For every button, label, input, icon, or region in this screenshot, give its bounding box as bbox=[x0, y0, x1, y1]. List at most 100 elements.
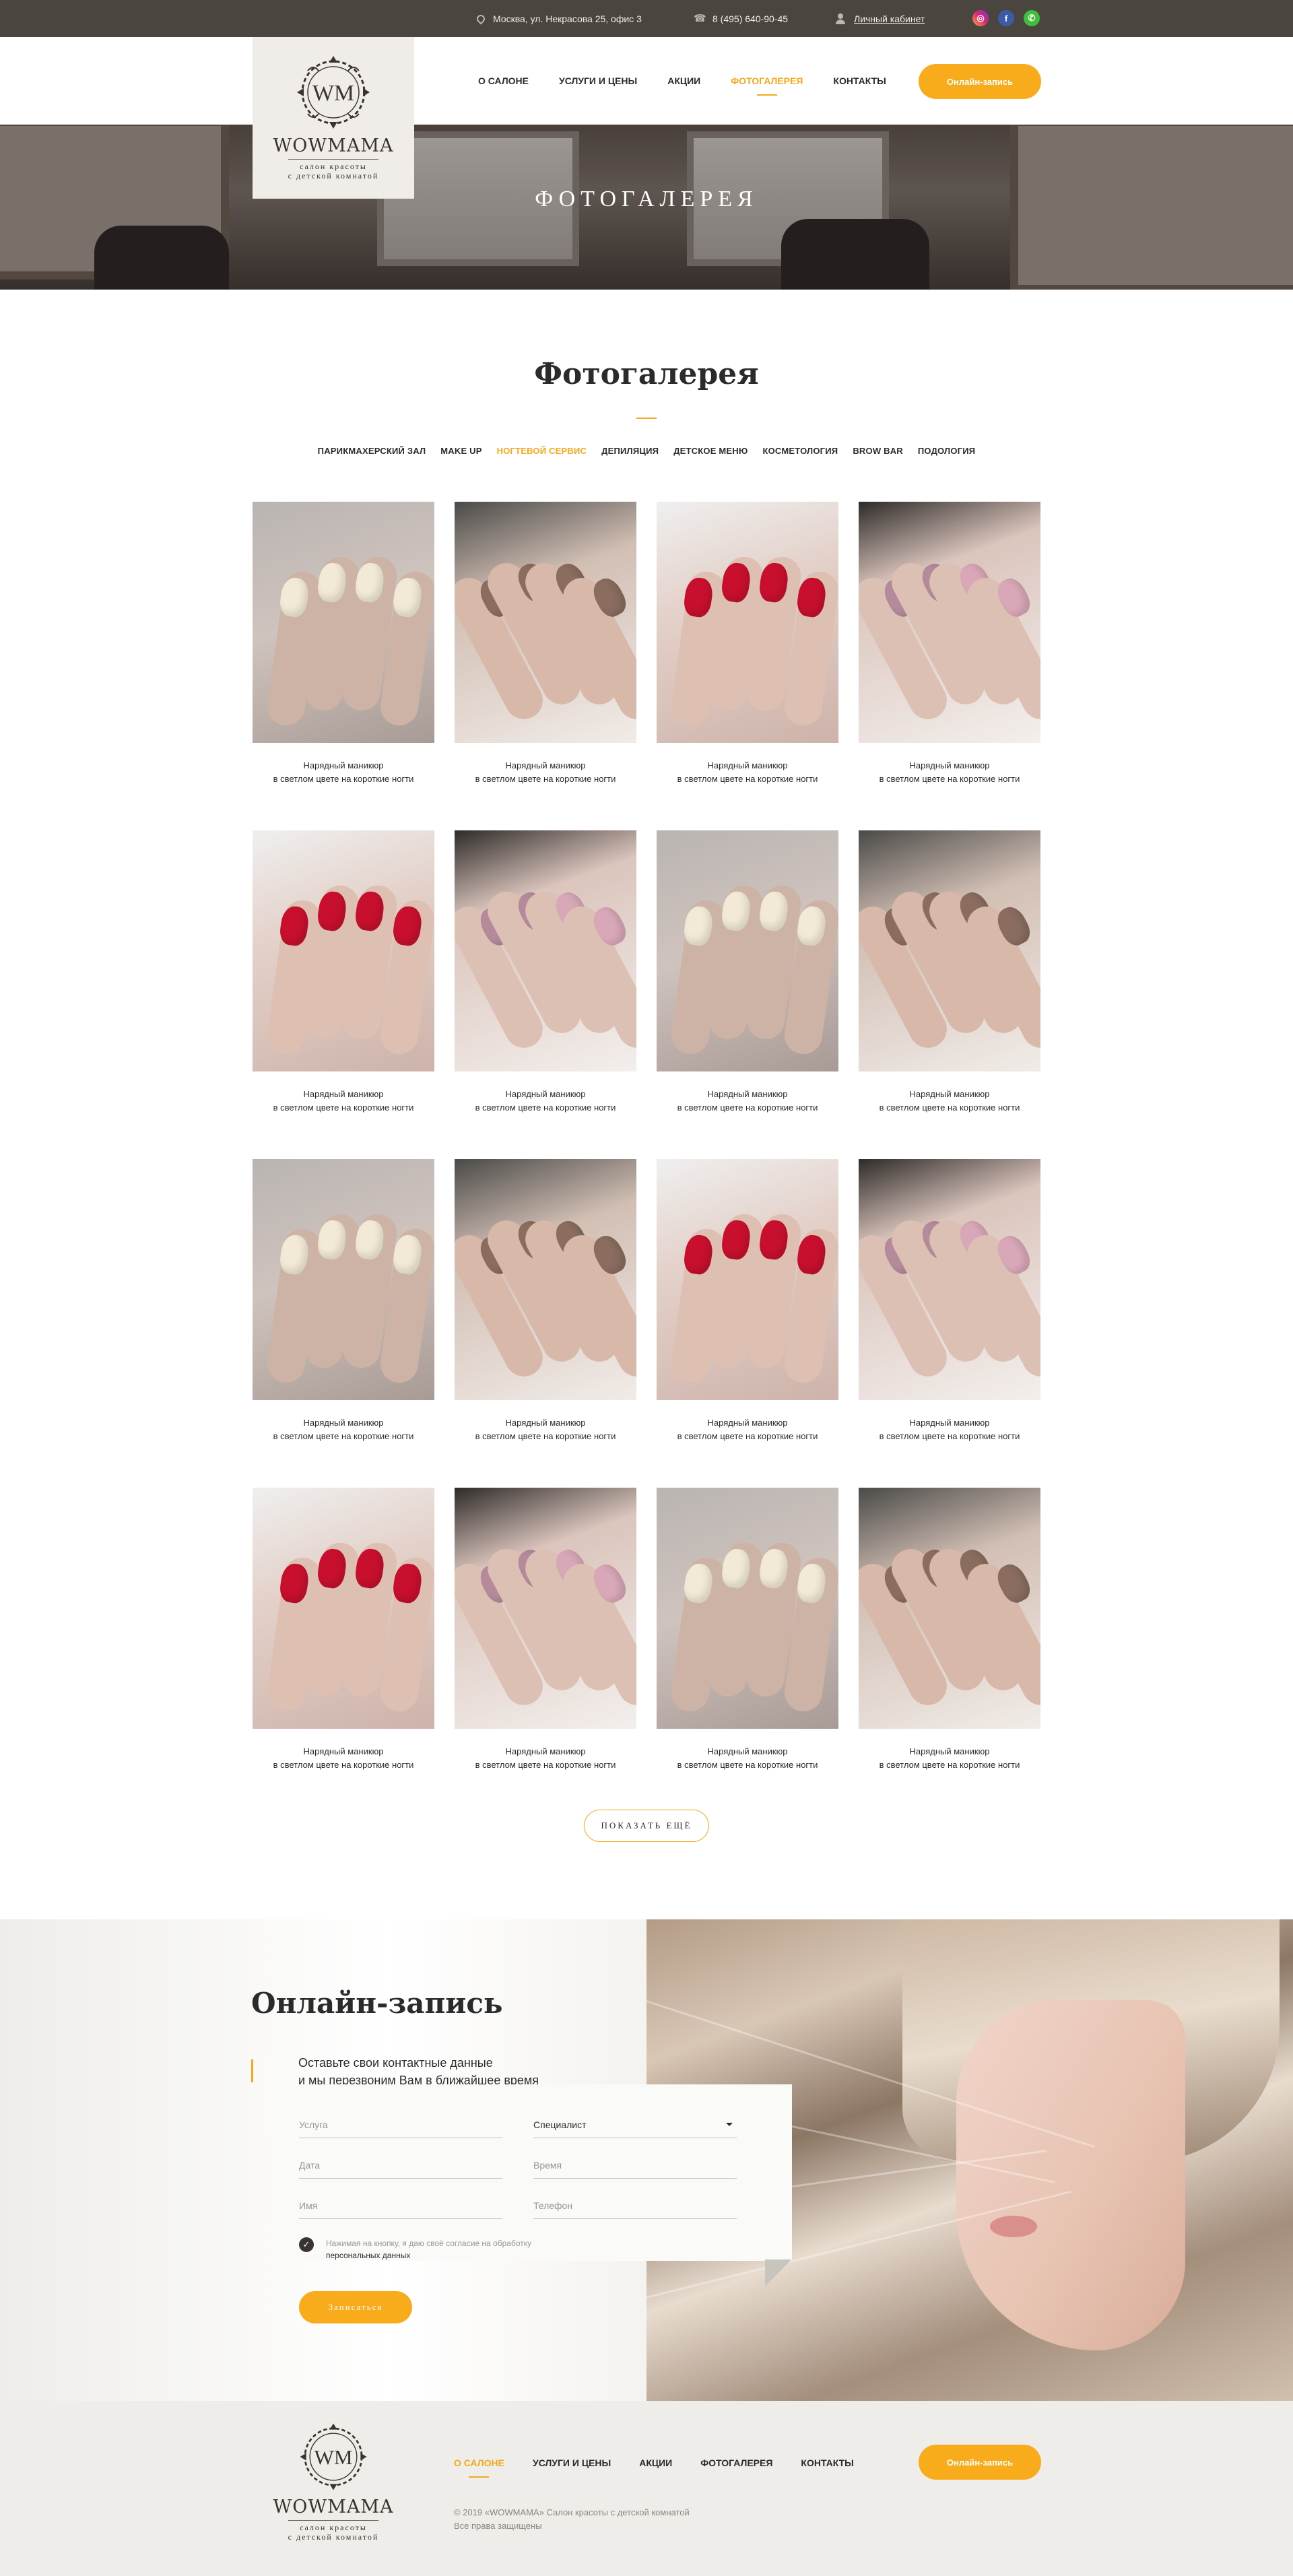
nav-gallery[interactable]: Фотогалерея bbox=[731, 75, 803, 96]
gallery-card[interactable]: Нарядный маникюр в светлом цвете на корот… bbox=[859, 502, 1040, 786]
manicure-photo[interactable] bbox=[657, 502, 838, 743]
nav-services[interactable]: Услуги и цены bbox=[559, 75, 637, 86]
gallery-card[interactable]: Нарядный маникюр в светлом цвете на корот… bbox=[253, 830, 434, 1115]
caption-line2: в светлом цвете на короткие ногти bbox=[475, 1102, 616, 1113]
manicure-photo[interactable] bbox=[657, 1159, 838, 1400]
photo-caption: Нарядный маникюр в светлом цвете на корот… bbox=[657, 1416, 838, 1443]
caption-line2: в светлом цвете на короткие ногти bbox=[273, 1431, 414, 1441]
photo-caption: Нарядный маникюр в светлом цвете на корот… bbox=[253, 1745, 434, 1772]
footer-nav-about[interactable]: О салоне bbox=[454, 2457, 504, 2478]
caption-line1: Нарядный маникюр bbox=[505, 760, 586, 770]
manicure-photo[interactable] bbox=[859, 830, 1040, 1071]
specialist-select-value: Специалист bbox=[533, 2119, 587, 2130]
manicure-photo[interactable] bbox=[455, 1488, 636, 1729]
logo[interactable]: WM WOWMAMA салон красоты с детской комна… bbox=[253, 37, 414, 199]
nav-promos[interactable]: Акции bbox=[667, 75, 700, 86]
whatsapp-icon[interactable]: ✆ bbox=[1024, 10, 1040, 26]
footer-logo-sub-line2: с детской комнатой bbox=[288, 2532, 379, 2542]
cabinet-block[interactable]: Личный кабинет bbox=[835, 0, 925, 37]
manicure-photo[interactable] bbox=[455, 502, 636, 743]
facebook-icon[interactable]: f bbox=[998, 10, 1014, 26]
manicure-photo[interactable] bbox=[253, 1159, 434, 1400]
instagram-icon[interactable]: ◎ bbox=[972, 10, 989, 26]
gallery-card[interactable]: Нарядный маникюр в светлом цвете на корот… bbox=[859, 1488, 1040, 1772]
gallery-title: Фотогалерея bbox=[534, 357, 759, 391]
filter-podology[interactable]: Подология bbox=[918, 446, 975, 456]
gallery-card[interactable]: Нарядный маникюр в светлом цвете на корот… bbox=[859, 1159, 1040, 1443]
phone-field[interactable]: Телефон bbox=[533, 2192, 737, 2219]
caption-line2: в светлом цвете на короткие ногти bbox=[879, 1760, 1020, 1770]
photo-caption: Нарядный маникюр в светлом цвете на корот… bbox=[455, 1088, 636, 1115]
caption-line2: в светлом цвете на короткие ногти bbox=[273, 774, 414, 784]
cabinet-link[interactable]: Личный кабинет bbox=[854, 13, 925, 24]
gallery-card[interactable]: Нарядный маникюр в светлом цвете на корот… bbox=[455, 830, 636, 1115]
consent-block: ✓ Нажимая на кнопку, я даю своё согласие… bbox=[299, 2237, 531, 2261]
footer-nav: О салоне Услуги и цены Акции Фотогалерея… bbox=[454, 2457, 882, 2478]
manicure-photo[interactable] bbox=[253, 1488, 434, 1729]
consent-link[interactable]: персональных данных bbox=[326, 2249, 531, 2261]
gallery-card[interactable]: Нарядный маникюр в светлом цвете на корот… bbox=[657, 830, 838, 1115]
manicure-photo[interactable] bbox=[859, 502, 1040, 743]
photo-caption: Нарядный маникюр в светлом цвете на корот… bbox=[253, 1416, 434, 1443]
manicure-photo[interactable] bbox=[455, 830, 636, 1071]
manicure-photo[interactable] bbox=[859, 1159, 1040, 1400]
footer-nav-promos[interactable]: Акции bbox=[639, 2457, 672, 2468]
show-more-button[interactable]: Показать ещё bbox=[584, 1810, 709, 1842]
filter-brow-bar[interactable]: Brow bar bbox=[853, 446, 903, 456]
photo-caption: Нарядный маникюр в светлом цвете на корот… bbox=[455, 1416, 636, 1443]
time-field[interactable]: Время bbox=[533, 2152, 737, 2179]
footer-logo[interactable]: WM WOWMAMA салон красоты с детской комна… bbox=[266, 2420, 401, 2542]
nav-about[interactable]: О салоне bbox=[478, 75, 529, 86]
manicure-photo[interactable] bbox=[657, 830, 838, 1071]
footer-logo-subtitle: салон красоты с детской комнатой bbox=[288, 2520, 379, 2542]
gallery-card[interactable]: Нарядный маникюр в светлом цвете на корот… bbox=[859, 830, 1040, 1115]
gallery-card[interactable]: Нарядный маникюр в светлом цвете на корот… bbox=[657, 1488, 838, 1772]
filter-hair[interactable]: Парикмахерский зал bbox=[318, 446, 426, 456]
gallery-card[interactable]: Нарядный маникюр в светлом цвете на корот… bbox=[253, 1488, 434, 1772]
gallery-card[interactable]: Нарядный маникюр в светлом цвете на корот… bbox=[657, 502, 838, 786]
gallery-card[interactable]: Нарядный маникюр в светлом цвете на корот… bbox=[455, 502, 636, 786]
phone-text[interactable]: 8 (495) 640-90-45 bbox=[712, 13, 788, 24]
filter-depilation[interactable]: Депиляция bbox=[601, 446, 659, 456]
footer-logo-word: WOWMAMA bbox=[273, 2497, 394, 2517]
manicure-photo[interactable] bbox=[859, 1488, 1040, 1729]
logo-subtitle: салон красоты с детской комнатой bbox=[288, 159, 379, 180]
gallery-card[interactable]: Нарядный маникюр в светлом цвете на корот… bbox=[455, 1159, 636, 1443]
photo-caption: Нарядный маникюр в светлом цвете на корот… bbox=[253, 759, 434, 786]
filter-nails[interactable]: Ногтевой сервис bbox=[497, 446, 587, 456]
filter-makeup[interactable]: Make up bbox=[440, 446, 482, 456]
submit-button[interactable]: Записаться bbox=[299, 2291, 412, 2323]
consent-checkbox[interactable]: ✓ bbox=[299, 2237, 314, 2252]
photo-caption: Нарядный маникюр в светлом цвете на корот… bbox=[455, 1745, 636, 1772]
caption-line2: в светлом цвете на короткие ногти bbox=[273, 1760, 414, 1770]
filter-kids-menu[interactable]: Детское меню bbox=[673, 446, 748, 456]
specialist-select[interactable]: Специалист bbox=[533, 2111, 737, 2138]
nav-contacts[interactable]: Контакты bbox=[833, 75, 886, 86]
filter-cosmetology[interactable]: Косметология bbox=[762, 446, 838, 456]
footer-nav-services[interactable]: Услуги и цены bbox=[533, 2457, 611, 2468]
name-field[interactable]: Имя bbox=[299, 2192, 502, 2219]
manicure-photo[interactable] bbox=[657, 1488, 838, 1729]
manicure-photo[interactable] bbox=[253, 502, 434, 743]
booking-accent-bar bbox=[251, 2059, 253, 2082]
footer-nav-gallery[interactable]: Фотогалерея bbox=[700, 2457, 772, 2468]
footer-nav-contacts[interactable]: Контакты bbox=[801, 2457, 853, 2468]
model-lips bbox=[990, 2216, 1037, 2237]
gallery-card[interactable]: Нарядный маникюр в светлом цвете на корот… bbox=[455, 1488, 636, 1772]
gallery-card[interactable]: Нарядный маникюр в светлом цвете на корот… bbox=[253, 502, 434, 786]
model-face bbox=[956, 2000, 1185, 2350]
location-pin-icon bbox=[475, 13, 487, 24]
service-field[interactable]: Услуга bbox=[299, 2111, 502, 2138]
date-field[interactable]: Дата bbox=[299, 2152, 502, 2179]
caption-line2: в светлом цвете на короткие ногти bbox=[879, 1102, 1020, 1113]
footer-booking-button[interactable]: Онлайн-запись bbox=[919, 2445, 1041, 2480]
gallery-card[interactable]: Нарядный маникюр в светлом цвете на корот… bbox=[253, 1159, 434, 1443]
caption-line1: Нарядный маникюр bbox=[909, 1746, 990, 1756]
caption-line1: Нарядный маникюр bbox=[707, 760, 788, 770]
online-booking-button[interactable]: Онлайн-запись bbox=[919, 64, 1041, 99]
logo-word: WOWMAMA bbox=[273, 135, 394, 156]
phone-block[interactable]: 8 (495) 640-90-45 bbox=[694, 0, 788, 37]
manicure-photo[interactable] bbox=[455, 1159, 636, 1400]
gallery-card[interactable]: Нарядный маникюр в светлом цвете на корот… bbox=[657, 1159, 838, 1443]
manicure-photo[interactable] bbox=[253, 830, 434, 1071]
